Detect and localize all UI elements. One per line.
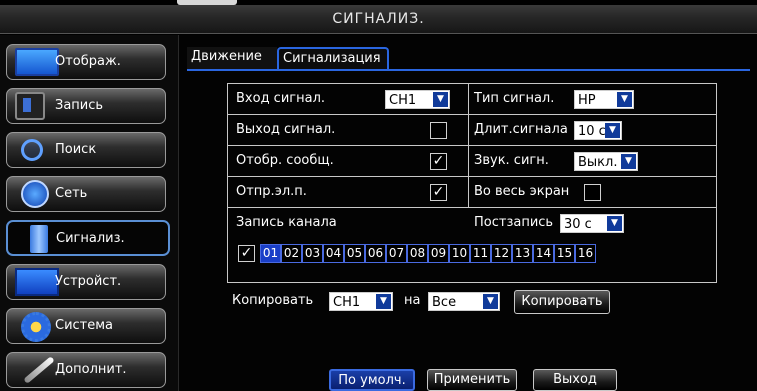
alarm-output-checkbox[interactable] xyxy=(430,122,447,139)
sidebar-item-label: Устройст. xyxy=(55,274,122,289)
buzzer-select[interactable]: Выкл. ▼ xyxy=(574,152,638,171)
sidebar-item-display[interactable]: Отображ. xyxy=(6,44,166,80)
alarm-duration-label: Длит.сигнала xyxy=(474,122,568,137)
channel-box[interactable]: 10 xyxy=(449,244,470,263)
fullscreen-label: Во весь экран xyxy=(474,184,570,199)
device-icon xyxy=(15,268,59,296)
sidebar-item-label: Сеть xyxy=(55,186,88,201)
post-record-label: Постзапись xyxy=(474,215,554,230)
chevron-down-icon: ▼ xyxy=(433,92,448,107)
channel-box[interactable]: 11 xyxy=(470,244,491,263)
sidebar-item-record[interactable]: Запись xyxy=(6,88,166,124)
sidebar-item-label: Отображ. xyxy=(55,54,121,69)
apply-button[interactable]: Применить xyxy=(427,369,517,391)
monitor-icon xyxy=(15,48,59,76)
content-panel: Движение Сигнализация Вход сигнал. CH1 ▼… xyxy=(178,35,757,391)
chevron-down-icon: ▼ xyxy=(483,294,498,309)
chevron-down-icon: ▼ xyxy=(607,216,622,231)
default-button[interactable]: По умолч. xyxy=(329,369,415,391)
channel-box[interactable]: 09 xyxy=(428,244,449,263)
chevron-down-icon: ▼ xyxy=(376,294,391,309)
sidebar-item-label: Запись xyxy=(55,98,104,113)
sidebar-item-label: Система xyxy=(55,318,114,333)
sidebar-item-network[interactable]: Сеть xyxy=(6,176,166,212)
copy-to-label: на xyxy=(404,293,421,308)
alarm-duration-select[interactable]: 10 с ▼ xyxy=(574,121,622,140)
record-icon xyxy=(15,92,45,120)
channel-box[interactable]: 08 xyxy=(407,244,428,263)
sidebar-item-system[interactable]: Система xyxy=(6,308,166,344)
channel-box[interactable]: 02 xyxy=(281,244,302,263)
tool-icon xyxy=(23,356,55,384)
copy-from-value: CH1 xyxy=(333,295,361,310)
channel-box[interactable]: 14 xyxy=(533,244,554,263)
channel-box[interactable]: 13 xyxy=(512,244,533,263)
show-message-label: Отобр. сообщ. xyxy=(236,153,334,168)
alarm-settings-grid: Вход сигнал. CH1 ▼ Тип сигнал. НР ▼ Выхо… xyxy=(227,83,717,283)
alarm-type-label: Тип сигнал. xyxy=(474,91,555,106)
channel-box[interactable]: 06 xyxy=(365,244,386,263)
copy-label: Копировать xyxy=(232,293,314,308)
fullscreen-checkbox[interactable] xyxy=(584,184,601,201)
buzzer-value: Выкл. xyxy=(578,155,618,170)
settings-row: Отпр.эл.п. ✓ Во весь экран xyxy=(228,177,716,208)
channel-box[interactable]: 01 xyxy=(260,244,281,263)
gear-icon xyxy=(21,312,51,342)
sidebar-item-device[interactable]: Устройст. xyxy=(6,264,166,300)
post-record-value: 30 с xyxy=(564,217,592,232)
settings-row: Отобр. сообщ. ✓ Звук. сигн. Выкл. ▼ xyxy=(228,146,716,177)
copy-from-select[interactable]: CH1 ▼ xyxy=(329,292,393,311)
search-icon xyxy=(21,139,43,161)
post-record-select[interactable]: 30 с ▼ xyxy=(560,214,624,233)
chevron-down-icon: ▼ xyxy=(617,92,632,107)
sidebar-item-advanced[interactable]: Дополнит. xyxy=(6,352,166,388)
sidebar-item-label: Сигнализ. xyxy=(56,231,125,246)
tab-underline xyxy=(187,69,750,71)
settings-row: Выход сигнал. Длит.сигнала 10 с ▼ xyxy=(228,115,716,146)
chevron-down-icon: ▼ xyxy=(621,154,636,169)
channel-box[interactable]: 15 xyxy=(554,244,575,263)
alarm-input-label: Вход сигнал. xyxy=(236,91,326,106)
alarm-input-value: CH1 xyxy=(389,93,417,108)
alarm-type-value: НР xyxy=(578,93,596,108)
tab-motion[interactable]: Движение xyxy=(187,47,277,69)
alarm-icon xyxy=(30,225,48,253)
column-divider xyxy=(468,115,469,146)
all-channels-checkbox[interactable]: ✓ xyxy=(238,245,255,262)
bottom-button-bar: По умолч. Применить Выход xyxy=(179,369,757,391)
chevron-down-icon: ▼ xyxy=(605,123,620,138)
channel-box[interactable]: 07 xyxy=(386,244,407,263)
show-message-checkbox[interactable]: ✓ xyxy=(430,153,447,170)
buzzer-label: Звук. сигн. xyxy=(474,153,549,168)
sidebar-item-alarm[interactable]: Сигнализ. xyxy=(6,220,170,256)
page-title: СИГНАЛИЗ. xyxy=(332,11,425,27)
copy-button[interactable]: Копировать xyxy=(514,290,610,314)
settings-row: Вход сигнал. CH1 ▼ Тип сигнал. НР ▼ xyxy=(228,84,716,115)
alarm-duration-value: 10 с xyxy=(578,124,606,139)
channel-box[interactable]: 03 xyxy=(302,244,323,263)
channel-box[interactable]: 05 xyxy=(344,244,365,263)
sidebar-item-label: Дополнит. xyxy=(55,362,127,377)
send-email-checkbox[interactable]: ✓ xyxy=(430,184,447,201)
send-email-label: Отпр.эл.п. xyxy=(236,184,307,199)
copy-to-select[interactable]: Все ▼ xyxy=(428,292,500,311)
column-divider xyxy=(468,177,469,208)
sidebar-item-label: Поиск xyxy=(55,142,97,157)
channel-box[interactable]: 16 xyxy=(575,244,596,263)
column-divider xyxy=(468,146,469,177)
column-divider xyxy=(468,84,469,115)
channel-box[interactable]: 04 xyxy=(323,244,344,263)
alarm-type-select[interactable]: НР ▼ xyxy=(574,90,634,109)
copy-to-value: Все xyxy=(432,295,457,310)
alarm-input-select[interactable]: CH1 ▼ xyxy=(385,90,450,109)
tab-alarm[interactable]: Сигнализация xyxy=(277,47,389,69)
exit-button[interactable]: Выход xyxy=(533,369,617,391)
alarm-output-label: Выход сигнал. xyxy=(236,122,336,137)
globe-icon xyxy=(21,180,49,208)
record-channel-label: Запись канала xyxy=(236,215,337,230)
channel-box[interactable]: 12 xyxy=(491,244,512,263)
sidebar: Отображ. Запись Поиск Сеть Сигнализ. Уст… xyxy=(0,35,178,391)
title-bar: СИГНАЛИЗ. xyxy=(0,5,757,34)
sidebar-item-search[interactable]: Поиск xyxy=(6,132,166,168)
